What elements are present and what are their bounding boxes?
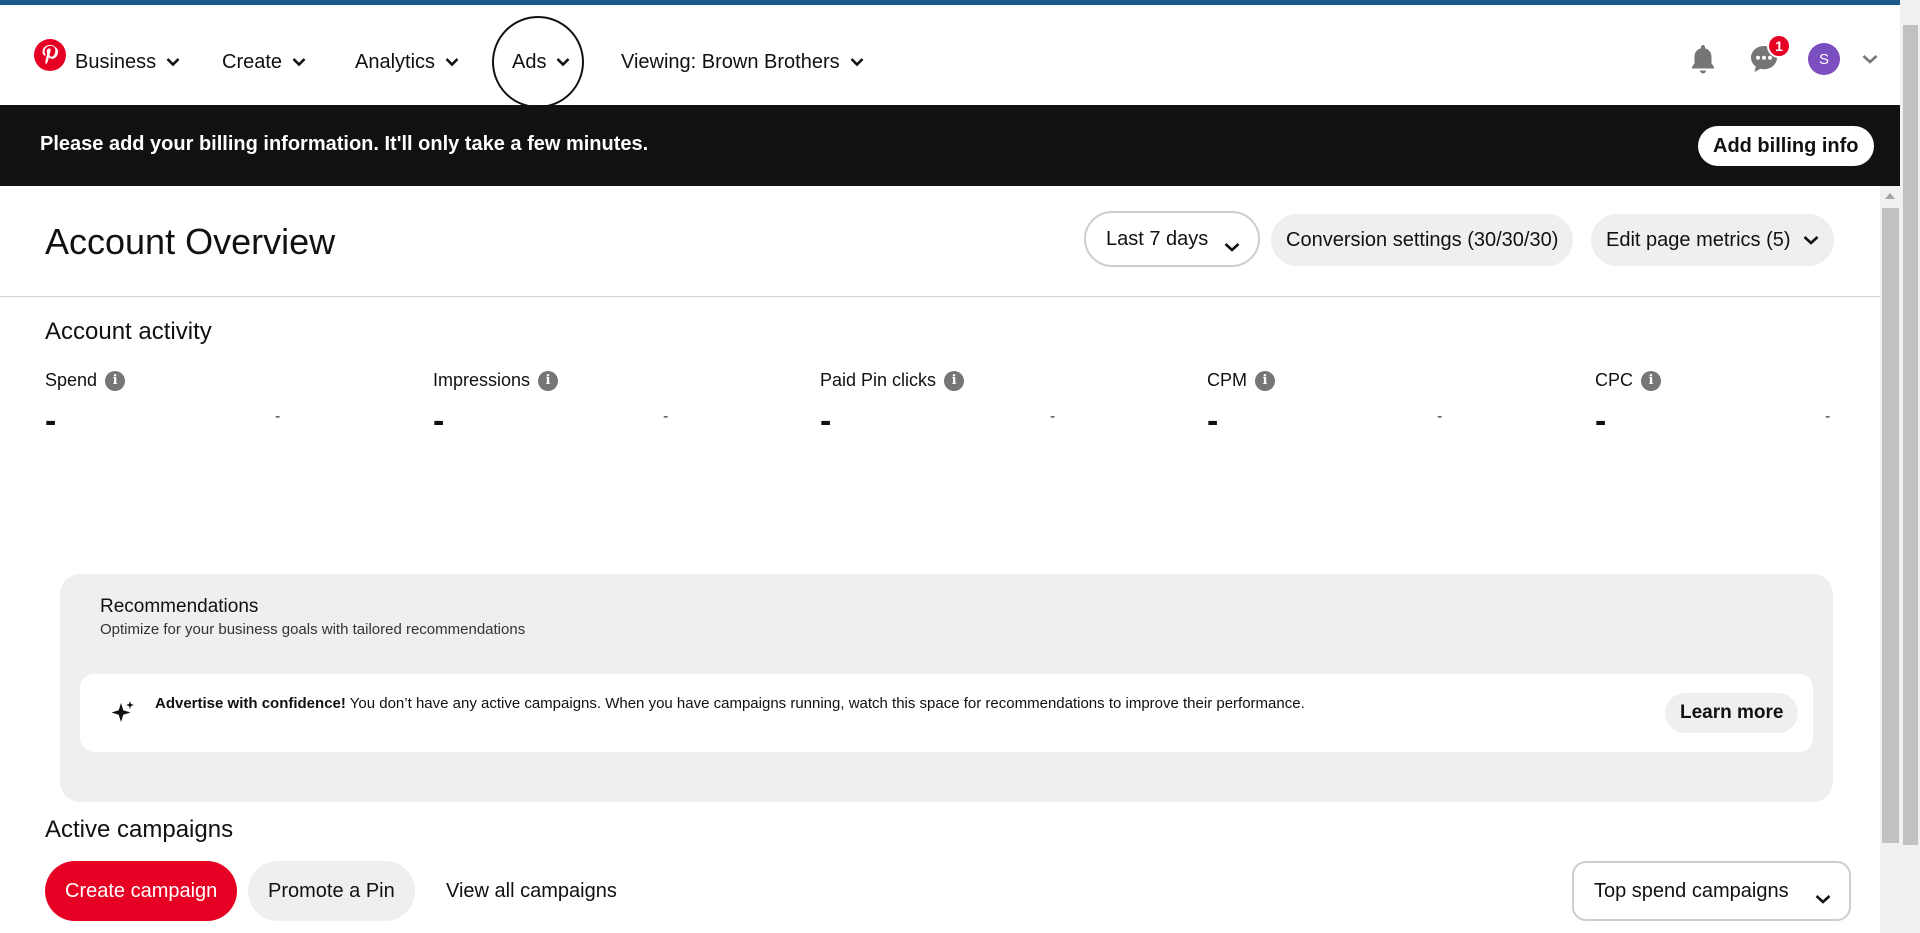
billing-banner: Please add your billing information. It'… <box>0 105 1900 186</box>
edit-page-metrics-label: Edit page metrics (5) <box>1606 228 1791 251</box>
metric-value: - <box>433 402 445 440</box>
page-title: Account Overview <box>45 221 336 262</box>
chevron-down-icon <box>850 57 864 67</box>
recommendations-subtitle: Optimize for your business goals with ta… <box>100 621 526 638</box>
info-icon[interactable]: i <box>538 370 559 391</box>
info-icon[interactable]: i <box>105 370 126 391</box>
top-navigation: Business Create Analytics Ads Viewing: B… <box>0 5 1900 108</box>
notifications-bell-icon[interactable] <box>1685 41 1721 77</box>
chevron-down-icon <box>445 57 459 67</box>
chevron-down-icon <box>292 57 306 67</box>
recommendation-bold: Advertise with confidence! <box>155 695 346 712</box>
recommendations-title: Recommendations <box>100 596 259 617</box>
account-menu-chevron-down-icon[interactable] <box>1852 41 1888 77</box>
info-icon[interactable]: i <box>1255 370 1275 391</box>
recommendations-panel: Recommendations Optimize for your busine… <box>60 574 1833 802</box>
chevron-down-icon <box>556 57 570 67</box>
metric-value: - <box>1207 402 1219 440</box>
learn-more-button[interactable]: Learn more <box>1665 693 1799 733</box>
chevron-down-icon <box>1803 235 1819 245</box>
chevron-down-icon <box>1224 235 1240 258</box>
avatar[interactable]: S <box>1808 43 1840 75</box>
account-activity-title: Account activity <box>45 318 212 345</box>
conversion-settings-label: Conversion settings (30/30/30) <box>1286 228 1559 251</box>
metric-value: - <box>45 402 57 440</box>
scroll-up-arrow-icon[interactable] <box>1885 193 1895 199</box>
metric-delta: - <box>1825 408 1831 425</box>
nav-create[interactable]: Create <box>222 42 306 82</box>
edit-page-metrics-button[interactable]: Edit page metrics (5) <box>1591 214 1834 266</box>
metric-cpm: CPM i - - <box>1207 370 1447 440</box>
sparkle-icon <box>110 700 136 731</box>
info-icon[interactable]: i <box>1641 370 1662 391</box>
metric-value: - <box>1595 402 1607 440</box>
metric-label: CPM <box>1207 370 1247 390</box>
nav-ads[interactable]: Ads <box>512 42 570 82</box>
metric-label: Impressions <box>433 370 531 390</box>
metric-delta: - <box>1437 408 1443 425</box>
conversion-settings-button[interactable]: Conversion settings (30/30/30) <box>1271 214 1574 266</box>
metric-cpc: CPC i - - <box>1595 370 1835 440</box>
view-all-campaigns-link[interactable]: View all campaigns <box>426 861 637 921</box>
metric-paid-pin-clicks: Paid Pin clicks i - - <box>820 370 1060 440</box>
metric-delta: - <box>275 408 281 425</box>
promote-pin-button[interactable]: Promote a Pin <box>248 861 415 921</box>
campaign-filter-label: Top spend campaigns <box>1594 879 1789 902</box>
campaign-filter-select[interactable]: Top spend campaigns <box>1572 861 1851 921</box>
create-campaign-button[interactable]: Create campaign <box>45 861 238 921</box>
recommendation-body: You don’t have any active campaigns. Whe… <box>345 695 1305 712</box>
active-campaigns-title: Active campaigns <box>45 816 234 843</box>
metric-delta: - <box>1050 408 1056 425</box>
metric-delta: - <box>663 408 669 425</box>
metric-spend: Spend i - - <box>45 370 285 440</box>
content-scrollbar-thumb[interactable] <box>1882 208 1899 843</box>
billing-banner-message: Please add your billing information. It'… <box>40 133 649 155</box>
nav-viewing-label: Viewing: Brown Brothers <box>621 50 840 73</box>
nav-viewing-account[interactable]: Viewing: Brown Brothers <box>621 42 864 82</box>
chevron-down-icon <box>1815 887 1831 910</box>
chevron-down-icon <box>166 57 180 67</box>
pinterest-logo-icon[interactable] <box>34 39 66 71</box>
nav-analytics-label: Analytics <box>355 50 436 73</box>
metric-label: Spend <box>45 370 98 390</box>
nav-business[interactable]: Business <box>75 42 180 82</box>
nav-analytics[interactable]: Analytics <box>355 42 459 82</box>
window-scrollbar-thumb[interactable] <box>1903 25 1918 845</box>
nav-create-label: Create <box>222 50 283 73</box>
metric-value: - <box>820 402 832 440</box>
section-divider <box>0 296 1880 297</box>
date-range-label: Last 7 days <box>1106 227 1209 250</box>
info-icon[interactable]: i <box>944 370 965 391</box>
metric-impressions: Impressions i - - <box>433 370 673 440</box>
add-billing-info-button[interactable]: Add billing info <box>1698 126 1874 166</box>
recommendation-text: Advertise with confidence! You don’t hav… <box>155 694 1335 714</box>
nav-ads-label: Ads <box>512 50 547 73</box>
date-range-select[interactable]: Last 7 days <box>1084 211 1260 267</box>
notification-badge: 1 <box>1767 34 1791 58</box>
metric-label: CPC <box>1595 370 1634 390</box>
nav-business-label: Business <box>75 50 157 73</box>
metric-label: Paid Pin clicks <box>820 370 937 390</box>
recommendation-card: Advertise with confidence! You don’t hav… <box>80 674 1813 752</box>
